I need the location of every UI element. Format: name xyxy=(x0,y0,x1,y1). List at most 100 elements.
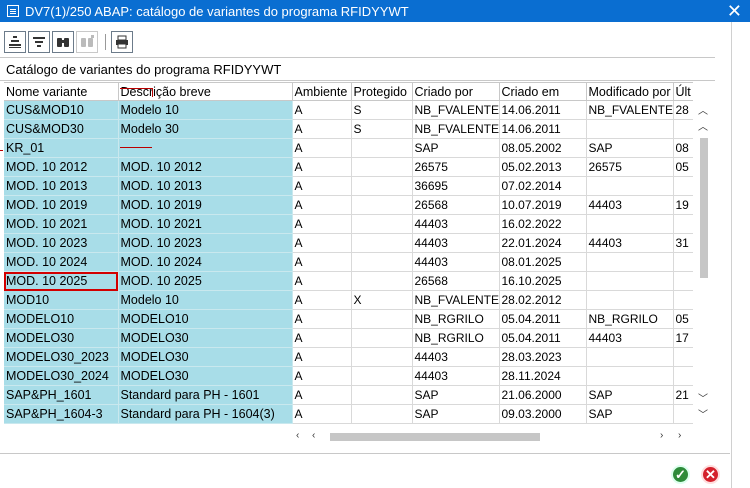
table-cell[interactable]: A xyxy=(292,195,352,215)
scroll-thumb[interactable] xyxy=(700,138,708,278)
table-cell[interactable]: MOD. 10 2023 xyxy=(4,233,119,253)
table-cell[interactable]: 17 xyxy=(673,328,693,348)
table-cell[interactable]: SAP&PH_1601 xyxy=(4,385,119,405)
page-left-icon[interactable]: ‹ xyxy=(312,430,315,441)
table-cell[interactable]: CUS&MOD10 xyxy=(4,100,119,120)
table-row[interactable]: MOD. 10 2023 MOD. 10 2023 A 44403 22.01.2024… xyxy=(4,233,693,253)
find-button[interactable] xyxy=(52,31,74,53)
table-cell[interactable]: MODELO10 xyxy=(4,309,119,329)
table-cell[interactable]: 07.02.2014 xyxy=(499,176,587,196)
table-cell[interactable]: Standard para PH - 1604(3) xyxy=(118,404,293,424)
table-cell[interactable]: A xyxy=(292,157,352,177)
table-cell[interactable] xyxy=(351,233,413,253)
table-row[interactable]: CUS&MOD10 Modelo 10 A S NB_FVALENTE 14.06.201… xyxy=(4,100,693,120)
table-cell[interactable] xyxy=(351,252,413,272)
table-cell[interactable]: MODELO30 xyxy=(118,347,293,367)
print-button[interactable] xyxy=(111,31,133,53)
table-cell[interactable]: 26575 xyxy=(586,157,674,177)
table-row[interactable]: MOD. 10 2012 MOD. 10 2012 A 26575 05.02.2013… xyxy=(4,157,693,177)
table-cell[interactable]: 21.06.2000 xyxy=(499,385,587,405)
table-cell[interactable] xyxy=(586,347,674,367)
table-cell[interactable] xyxy=(351,309,413,329)
table-cell[interactable]: MOD. 10 2013 xyxy=(4,176,119,196)
page-down-icon[interactable]: ﹀ xyxy=(698,390,708,405)
table-cell[interactable] xyxy=(586,214,674,234)
table-cell[interactable]: A xyxy=(292,385,352,405)
table-cell[interactable] xyxy=(351,138,413,158)
table-cell[interactable]: 16.02.2022 xyxy=(499,214,587,234)
table-cell[interactable]: SAP xyxy=(412,404,500,424)
table-cell[interactable]: 44403 xyxy=(586,328,674,348)
table-cell[interactable]: 26575 xyxy=(412,157,500,177)
column-header[interactable]: Modificado por xyxy=(586,83,674,101)
table-cell[interactable]: 26568 xyxy=(412,195,500,215)
table-cell[interactable]: MOD. 10 2025 xyxy=(4,271,119,291)
table-cell[interactable]: S xyxy=(351,100,413,120)
table-cell[interactable]: SAP xyxy=(586,138,674,158)
table-cell[interactable] xyxy=(673,404,693,424)
table-cell[interactable]: 14.06.2011 xyxy=(499,100,587,120)
table-row[interactable]: SAP&PH_1604-3 Standard para PH - 1604(3) A… xyxy=(4,404,693,424)
table-cell[interactable]: 31 xyxy=(673,233,693,253)
table-cell[interactable] xyxy=(673,119,693,139)
table-cell[interactable]: X xyxy=(351,290,413,310)
table-cell[interactable]: 22.01.2024 xyxy=(499,233,587,253)
table-row[interactable]: MODELO30_2023 MODELO30 A 44403 28.03.2023 xyxy=(4,347,693,367)
table-cell[interactable]: 44403 xyxy=(412,347,500,367)
table-row[interactable]: MOD. 10 2013 MOD. 10 2013 A 36695 07.02.2014 xyxy=(4,176,693,196)
table-cell[interactable]: 05.02.2013 xyxy=(499,157,587,177)
table-cell[interactable]: A xyxy=(292,100,352,120)
table-cell[interactable]: 28 xyxy=(673,100,693,120)
page-right-icon[interactable]: › xyxy=(660,430,663,441)
table-cell[interactable]: MODELO10 xyxy=(118,309,293,329)
table-cell[interactable] xyxy=(673,271,693,291)
table-cell[interactable]: A xyxy=(292,328,352,348)
table-cell[interactable]: A xyxy=(292,119,352,139)
table-row[interactable]: MOD. 10 2025 MOD. 10 2025 A 26568 16.10.2025 xyxy=(4,271,693,291)
table-row[interactable]: MODELO10 MODELO10 A NB_RGRILO 05.04.2011 NB_R… xyxy=(4,309,693,329)
table-cell[interactable]: MOD. 10 2021 xyxy=(118,214,293,234)
table-cell[interactable]: 19 xyxy=(673,195,693,215)
table-cell[interactable] xyxy=(351,157,413,177)
table-cell[interactable]: A xyxy=(292,214,352,234)
table-cell[interactable] xyxy=(586,252,674,272)
column-header[interactable]: Criado em xyxy=(499,83,587,101)
column-header[interactable]: Últ xyxy=(673,83,693,101)
table-cell[interactable]: MODELO30 xyxy=(4,328,119,348)
column-header[interactable]: Descrição breve xyxy=(118,83,293,101)
find-next-button[interactable] xyxy=(76,31,98,53)
confirm-button[interactable]: ✓ xyxy=(671,465,690,484)
table-cell[interactable] xyxy=(351,404,413,424)
table-row[interactable]: MOD. 10 2024 MOD. 10 2024 A 44403 08.01.2025 xyxy=(4,252,693,272)
column-header[interactable]: Ambiente xyxy=(292,83,352,101)
table-cell[interactable]: 05.04.2011 xyxy=(499,328,587,348)
sort-ascending-button[interactable] xyxy=(4,31,26,53)
table-row[interactable]: MODELO30 MODELO30 A NB_RGRILO 05.04.2011 4440… xyxy=(4,328,693,348)
table-cell[interactable]: Modelo 30 xyxy=(118,119,293,139)
table-cell[interactable]: Modelo 10 xyxy=(118,100,293,120)
table-cell[interactable]: MOD. 10 2024 xyxy=(118,252,293,272)
table-cell[interactable] xyxy=(673,214,693,234)
table-cell[interactable]: NB_FVALENTE xyxy=(412,119,500,139)
table-cell[interactable]: 28.02.2012 xyxy=(499,290,587,310)
table-cell[interactable] xyxy=(586,119,674,139)
cancel-button[interactable]: ✕ xyxy=(701,465,720,484)
table-row[interactable]: KR_01 A SAP 08.05.2002 SAP 08 xyxy=(4,138,693,158)
table-cell[interactable]: MOD. 10 2012 xyxy=(4,157,119,177)
table-cell[interactable]: Modelo 10 xyxy=(118,290,293,310)
table-cell[interactable]: A xyxy=(292,176,352,196)
scroll-thumb[interactable] xyxy=(330,433,540,441)
table-cell[interactable]: 44403 xyxy=(412,366,500,386)
table-cell[interactable]: A xyxy=(292,290,352,310)
table-cell[interactable] xyxy=(586,271,674,291)
scroll-up-icon[interactable]: ︿ xyxy=(698,102,708,117)
table-cell[interactable]: 16.10.2025 xyxy=(499,271,587,291)
scroll-left-icon[interactable]: ‹ xyxy=(296,430,299,441)
table-cell[interactable] xyxy=(351,347,413,367)
table-cell[interactable] xyxy=(351,176,413,196)
table-cell[interactable] xyxy=(673,290,693,310)
table-cell[interactable] xyxy=(673,366,693,386)
table-cell[interactable]: SAP&PH_1604-3 xyxy=(4,404,119,424)
table-cell[interactable]: 28.11.2024 xyxy=(499,366,587,386)
table-cell[interactable]: SAP xyxy=(586,404,674,424)
